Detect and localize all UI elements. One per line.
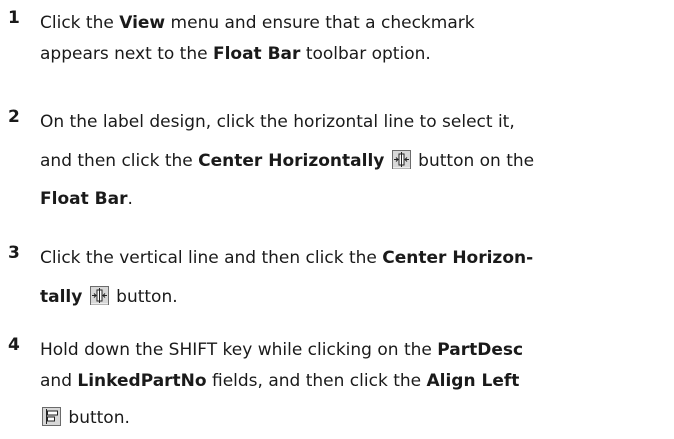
step-3: 3 Click the vertical line and then click… [8, 243, 668, 335]
text-run: and [40, 371, 78, 391]
step-4: 4 Hold down the SHIFT key while clicking… [8, 335, 668, 428]
text-run: Click the [40, 13, 120, 33]
text-run: toolbar option. [300, 44, 431, 64]
step-line: tally button. [40, 274, 668, 320]
step-line: Float Bar. [40, 184, 668, 215]
bold-term: Align Left [426, 371, 520, 391]
step-number: 3 [8, 243, 20, 263]
bold-term: Center Horizon- [382, 248, 534, 268]
step-line: On the label design, click the horizonta… [40, 107, 668, 138]
bold-term: LinkedPartNo [77, 371, 207, 391]
bold-term: Float Bar [212, 44, 301, 64]
text-run: appears next to the [40, 44, 213, 64]
text-run: . [127, 189, 133, 209]
text-run: menu and ensure that a checkmark [165, 13, 475, 33]
step-line: and LinkedPartNo fields, and then click … [40, 366, 668, 397]
step-line: and then click the Center Horizontally b… [40, 138, 668, 184]
text-run: and then click the [40, 151, 199, 171]
step-1: 1 Click the View menu and ensure that a … [8, 8, 668, 107]
step-line: Click the View menu and ensure that a ch… [40, 8, 668, 39]
bold-term: PartDesc [437, 340, 524, 360]
text-run: button. [110, 287, 178, 307]
step-line: appears next to the Float Bar toolbar op… [40, 39, 668, 70]
step-number: 1 [8, 8, 20, 28]
text-run [82, 287, 87, 307]
text-run: button on the [412, 151, 535, 171]
text-run: button. [63, 408, 130, 428]
bold-term: tally [40, 287, 83, 307]
align-left-icon [42, 407, 61, 426]
text-run: fields, and then click the [206, 371, 427, 391]
bold-term: Center Horizontally [198, 151, 385, 171]
text-run: Hold down the SHIFT key while clicking o… [40, 340, 438, 360]
center-horizontally-icon [391, 150, 411, 169]
step-line: Hold down the SHIFT key while clicking o… [40, 335, 668, 366]
text-run: Click the vertical line and then click t… [40, 248, 383, 268]
step-line: Click the vertical line and then click t… [40, 243, 668, 274]
text-run [384, 151, 389, 171]
bold-term: Float Bar [40, 189, 128, 209]
center-horizontally-icon [89, 286, 109, 305]
step-number: 4 [8, 335, 20, 355]
step-line: button. [40, 397, 668, 439]
text-run: On the label design, click the horizonta… [40, 112, 515, 132]
bold-term: View [119, 13, 166, 33]
step-2: 2 On the label design, click the horizon… [8, 107, 668, 243]
instruction-steps: 1 Click the View menu and ensure that a … [8, 8, 668, 428]
step-number: 2 [8, 107, 20, 127]
